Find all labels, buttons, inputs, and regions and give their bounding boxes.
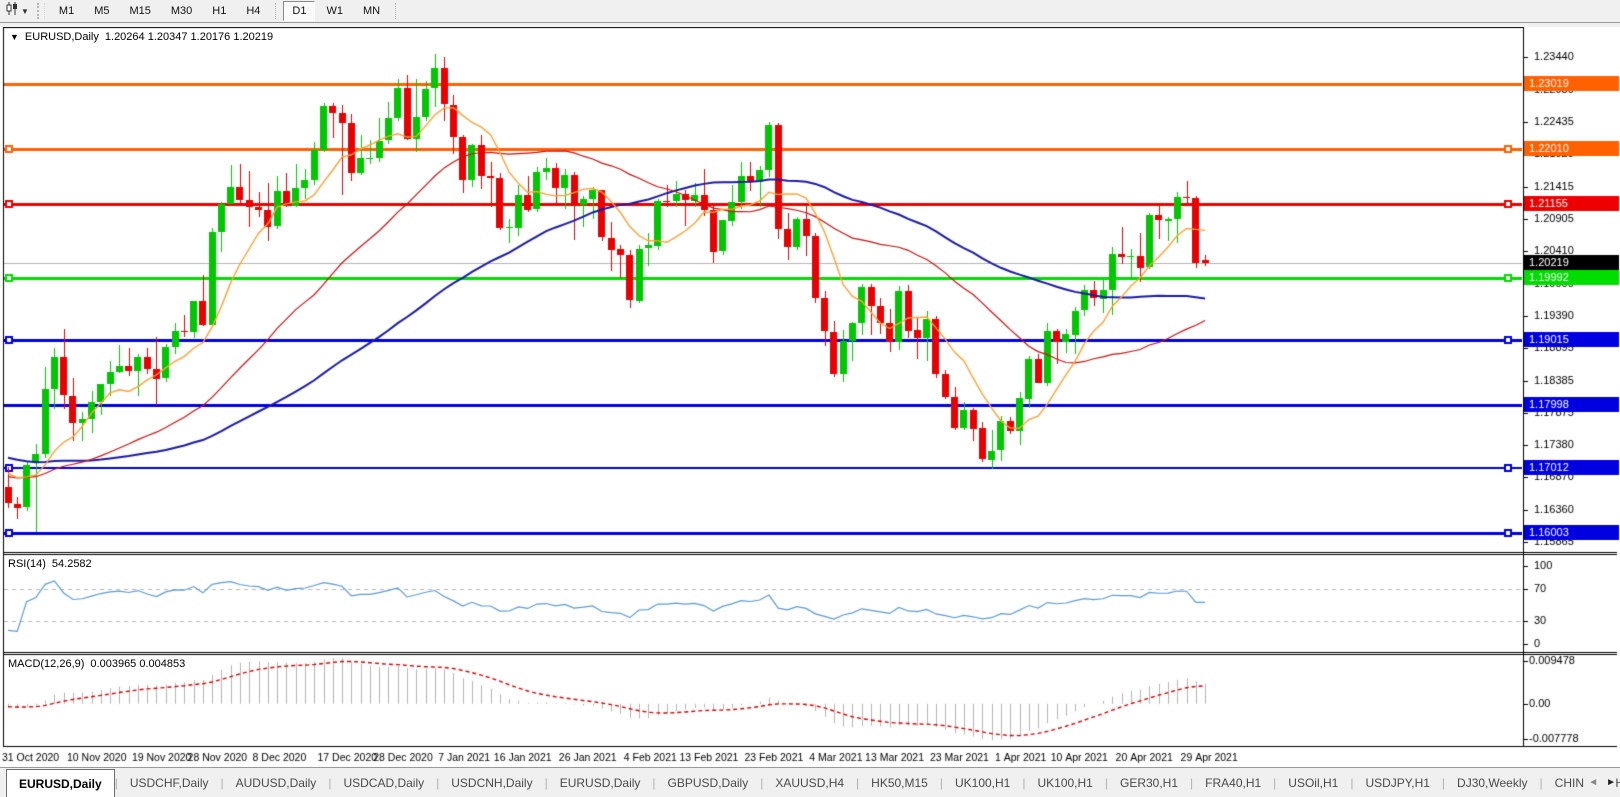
chevron-down-icon[interactable]: ▼ (21, 7, 29, 16)
symbol-tab-5[interactable]: EURUSD,Daily (548, 768, 653, 797)
macd-label: MACD(12,26,9) (8, 658, 85, 670)
timeframe-toolbar: ▼ M1 M5 M15 M30 H1 H4 D1 W1 MN (0, 0, 1620, 23)
symbol-tab-9[interactable]: UK100,H1 (943, 768, 1022, 797)
mt4-window: { "toolbar": { "periods": ["M1","M5","M1… (0, 0, 1620, 797)
collapse-indicator-icon[interactable]: ▼ (10, 32, 19, 42)
symbol-tab-1[interactable]: USDCHF,Daily (118, 768, 221, 797)
timeframe-button-m5[interactable]: M5 (85, 1, 118, 21)
macd-values: 0.003965 0.004853 (90, 658, 186, 670)
symbol-tab-8[interactable]: HK50,M15 (859, 768, 940, 797)
toolbar-drag-handle[interactable] (36, 3, 45, 19)
symbol-period-label: EURUSD,Daily (24, 31, 99, 43)
tab-scroll-arrows: ◄ ► (1584, 768, 1616, 797)
rsi-panel-title: RSI(14) 54.2582 (8, 558, 92, 570)
rsi-value: 54.2582 (51, 558, 92, 570)
symbol-tab-6[interactable]: GBPUSD,Daily (656, 768, 761, 797)
ohlc-values: 1.20264 1.20347 1.20176 1.20219 (104, 31, 274, 43)
timeframe-button-m15[interactable]: M15 (120, 1, 159, 21)
symbol-tab-10[interactable]: UK100,H1 (1025, 768, 1104, 797)
timeframe-button-m1[interactable]: M1 (50, 1, 83, 21)
tab-scroll-right-icon[interactable]: ► (1606, 777, 1616, 788)
rsi-label: RSI(14) (8, 558, 46, 570)
toolbar-separator (395, 3, 397, 19)
symbol-tab-2[interactable]: AUDUSD,Daily (224, 768, 329, 797)
symbol-tab-11[interactable]: GER30,H1 (1108, 768, 1190, 797)
timeframe-button-mn[interactable]: MN (354, 1, 389, 21)
symbol-tab-15[interactable]: DJ30,Weekly (1445, 768, 1539, 797)
timeframe-button-h4[interactable]: H4 (237, 1, 269, 21)
symbol-tab-13[interactable]: USOil,H1 (1276, 768, 1350, 797)
timeframe-button-m30[interactable]: M30 (162, 1, 201, 21)
toolbar-separator (275, 3, 277, 19)
main-chart-title: ▼ EURUSD,Daily 1.20264 1.20347 1.20176 1… (10, 31, 273, 43)
timeframe-button-w1[interactable]: W1 (317, 1, 352, 21)
symbol-tabbar: EURUSD,Daily | USDCHF,Daily | AUDUSD,Daily | U… (0, 767, 1620, 797)
symbol-tab-14[interactable]: USDJPY,H1 (1353, 768, 1441, 797)
chart-window: ▼ EURUSD,Daily 1.20264 1.20347 1.20176 1… (0, 27, 1620, 767)
tab-scroll-left-icon[interactable]: ◄ (1588, 777, 1598, 788)
macd-panel-title: MACD(12,26,9) 0.003965 0.004853 (8, 658, 185, 670)
symbol-tab-12[interactable]: FRA40,H1 (1193, 768, 1273, 797)
symbol-tab-3[interactable]: USDCAD,Daily (331, 768, 436, 797)
symbol-tab-7[interactable]: XAUUSD,H4 (763, 768, 856, 797)
symbol-tab-0[interactable]: EURUSD,Daily (6, 769, 115, 797)
candlestick-chart-icon[interactable] (6, 2, 19, 20)
chart-canvas[interactable] (0, 27, 1620, 767)
timeframe-button-h1[interactable]: H1 (203, 1, 235, 21)
symbol-tab-4[interactable]: USDCNH,Daily (439, 768, 544, 797)
timeframe-button-d1[interactable]: D1 (283, 1, 316, 21)
